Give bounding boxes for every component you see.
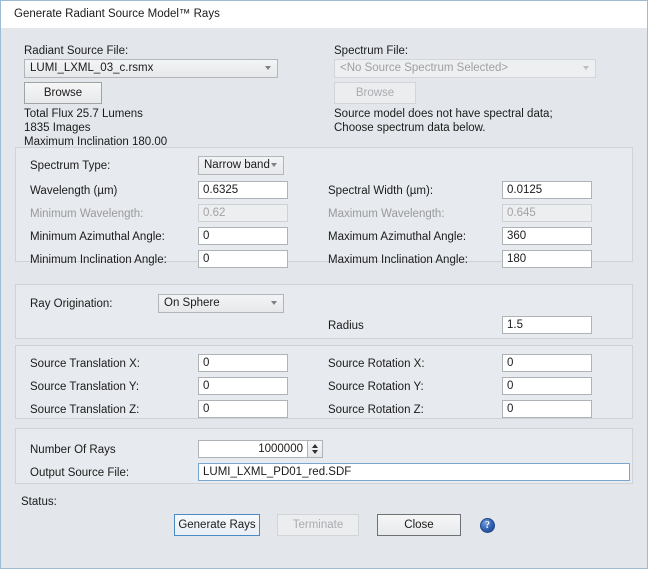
source-translation-y-input[interactable]: 0 bbox=[198, 377, 288, 395]
close-button[interactable]: Close bbox=[377, 514, 461, 536]
radius-input[interactable]: 1.5 bbox=[502, 316, 592, 334]
chevron-down-icon bbox=[271, 301, 278, 306]
window-title: Generate Radiant Source Model™ Rays bbox=[14, 8, 220, 20]
radiant-source-file-label: Radiant Source File: bbox=[24, 45, 128, 58]
total-flux-text: Total Flux 25.7 Lumens bbox=[24, 108, 143, 121]
maximum-azimuthal-angle-label: Maximum Azimuthal Angle: bbox=[328, 231, 466, 244]
source-rotation-y-input[interactable]: 0 bbox=[502, 377, 592, 395]
maximum-wavelength-input: 0.645 bbox=[502, 204, 592, 222]
spectrum-type-label: Spectrum Type: bbox=[30, 160, 110, 173]
spectrum-file-combo[interactable]: <No Source Spectrum Selected> bbox=[334, 59, 596, 78]
spectral-width-label: Spectral Width (µm): bbox=[328, 185, 433, 198]
maximum-inclination-angle-label: Maximum Inclination Angle: bbox=[328, 254, 468, 267]
output-source-file-input[interactable]: LUMI_LXML_PD01_red.SDF bbox=[198, 463, 630, 481]
spectral-data-notice-line1: Source model does not have spectral data… bbox=[334, 108, 553, 121]
dialog-window: Generate Radiant Source Model™ Rays Radi… bbox=[0, 0, 648, 569]
chevron-down-icon bbox=[265, 66, 272, 71]
spectrum-file-value: <No Source Spectrum Selected> bbox=[340, 62, 508, 74]
minimum-inclination-angle-input[interactable]: 0 bbox=[198, 250, 288, 268]
source-transform-panel: Source Translation X: 0 Source Rotation … bbox=[15, 345, 633, 419]
minimum-azimuthal-angle-input[interactable]: 0 bbox=[198, 227, 288, 245]
stepper-down-icon[interactable] bbox=[312, 450, 318, 454]
number-of-rays-input[interactable]: 1000000 bbox=[198, 440, 308, 458]
number-of-rays-stepper[interactable] bbox=[308, 440, 323, 458]
chevron-down-icon bbox=[583, 66, 590, 71]
spectrum-panel: Spectrum Type: Narrow band Wavelength (µ… bbox=[15, 147, 633, 262]
spectrum-type-value: Narrow band bbox=[204, 159, 270, 171]
source-translation-x-input[interactable]: 0 bbox=[198, 354, 288, 372]
source-translation-y-label: Source Translation Y: bbox=[30, 381, 139, 394]
spectrum-file-label: Spectrum File: bbox=[334, 45, 408, 58]
browse-source-button[interactable]: Browse bbox=[24, 82, 102, 104]
source-translation-z-input[interactable]: 0 bbox=[198, 400, 288, 418]
maximum-wavelength-label: Maximum Wavelength: bbox=[328, 208, 445, 221]
spectral-width-input[interactable]: 0.0125 bbox=[502, 181, 592, 199]
radius-label: Radius bbox=[328, 320, 364, 333]
minimum-wavelength-label: Minimum Wavelength: bbox=[30, 208, 143, 221]
generate-rays-button[interactable]: Generate Rays bbox=[174, 514, 260, 536]
radiant-source-file-combo[interactable]: LUMI_LXML_03_c.rsmx bbox=[24, 59, 278, 78]
minimum-azimuthal-angle-label: Minimum Azimuthal Angle: bbox=[30, 231, 165, 244]
spectral-data-notice-line2: Choose spectrum data below. bbox=[334, 122, 486, 135]
chevron-down-icon bbox=[271, 163, 278, 168]
output-source-file-label: Output Source File: bbox=[30, 467, 129, 480]
wavelength-label: Wavelength (µm) bbox=[30, 185, 117, 198]
ray-origination-value: On Sphere bbox=[164, 297, 220, 309]
images-count-text: 1835 Images bbox=[24, 122, 91, 135]
spectrum-type-combo[interactable]: Narrow band bbox=[198, 156, 284, 175]
minimum-inclination-angle-label: Minimum Inclination Angle: bbox=[30, 254, 167, 267]
source-rotation-z-label: Source Rotation Z: bbox=[328, 404, 424, 417]
source-rotation-y-label: Source Rotation Y: bbox=[328, 381, 424, 394]
browse-spectrum-button[interactable]: Browse bbox=[334, 82, 416, 104]
stepper-up-icon[interactable] bbox=[312, 444, 318, 448]
source-rotation-x-label: Source Rotation X: bbox=[328, 358, 425, 371]
ray-origination-panel: Ray Origination: On Sphere Radius 1.5 bbox=[15, 284, 633, 339]
status-label: Status: bbox=[21, 496, 57, 509]
wavelength-input[interactable]: 0.6325 bbox=[198, 181, 288, 199]
source-rotation-z-input[interactable]: 0 bbox=[502, 400, 592, 418]
title-bar: Generate Radiant Source Model™ Rays bbox=[1, 1, 647, 28]
output-panel: Number Of Rays 1000000 Output Source Fil… bbox=[15, 428, 633, 484]
radiant-source-file-value: LUMI_LXML_03_c.rsmx bbox=[30, 62, 153, 74]
source-translation-x-label: Source Translation X: bbox=[30, 358, 140, 371]
source-rotation-x-input[interactable]: 0 bbox=[502, 354, 592, 372]
help-icon[interactable]: ? bbox=[480, 518, 495, 533]
minimum-wavelength-input: 0.62 bbox=[198, 204, 288, 222]
dialog-client-area: Radiant Source File: LUMI_LXML_03_c.rsmx… bbox=[1, 28, 647, 568]
maximum-inclination-angle-input[interactable]: 180 bbox=[502, 250, 592, 268]
number-of-rays-label: Number Of Rays bbox=[30, 444, 116, 457]
ray-origination-label: Ray Origination: bbox=[30, 298, 112, 311]
terminate-button[interactable]: Terminate bbox=[277, 514, 359, 536]
help-glyph: ? bbox=[481, 518, 494, 533]
maximum-azimuthal-angle-input[interactable]: 360 bbox=[502, 227, 592, 245]
ray-origination-combo[interactable]: On Sphere bbox=[158, 294, 284, 313]
source-translation-z-label: Source Translation Z: bbox=[30, 404, 139, 417]
